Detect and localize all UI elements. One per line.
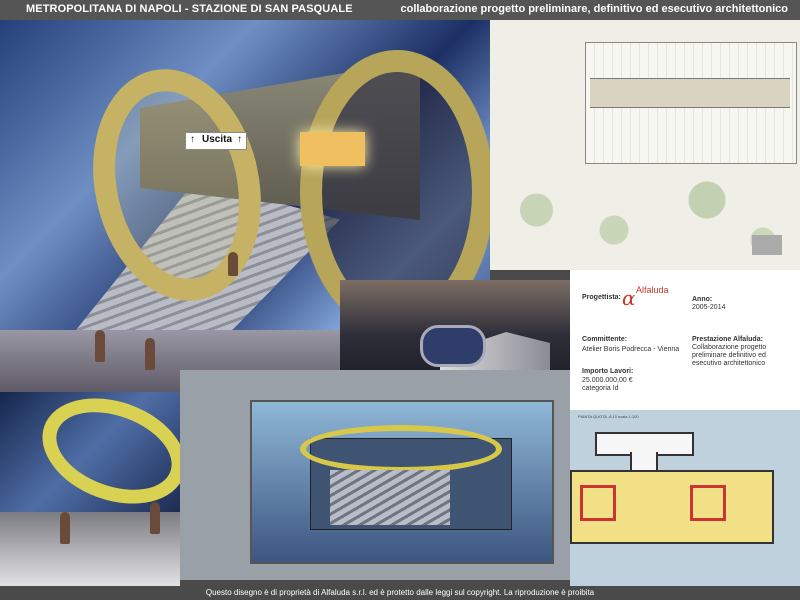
- committente-label: Committente:: [582, 336, 628, 343]
- plan-escalator-right: [690, 485, 726, 521]
- progettista-label: Progettista:: [582, 294, 621, 301]
- committente-value: Atelier Boris Podrecca - Vienna: [582, 346, 680, 353]
- plan-escalator-left: [580, 485, 616, 521]
- person-figure: [150, 502, 160, 534]
- light-panel: [300, 132, 365, 166]
- model-pod: [420, 325, 486, 367]
- person-figure: [228, 252, 238, 276]
- exit-sign-label: Uscita: [202, 134, 233, 145]
- section-escalators: [330, 470, 450, 525]
- floor-plan-drawing: PIANTA QUOTA -8.10 scala 1:100: [570, 410, 800, 586]
- prestazione-value: Collaborazione progetto preliminare defi…: [692, 344, 767, 367]
- header-bar: METROPOLITANA DI NAPOLI - STAZIONE DI SA…: [0, 0, 800, 20]
- building-block: [752, 235, 782, 255]
- floor-plan-title: PIANTA QUOTA -8.10 scala 1:100: [578, 414, 639, 419]
- project-info-card: Progettista: α Alfaluda Anno: 2005-2014 …: [570, 270, 800, 410]
- up-arrow-icon: ↑: [190, 134, 195, 145]
- up-arrow-icon: ↑: [237, 134, 242, 145]
- escalator-render: [0, 392, 180, 586]
- section-tube-ring: [300, 425, 502, 473]
- categoria-value: categoria Id: [582, 385, 619, 392]
- person-figure: [60, 512, 70, 544]
- copyright-footer: Questo disegno è di proprietà di Alfalud…: [0, 586, 800, 600]
- importo-value: 25.000.000,00 €: [582, 377, 633, 384]
- header-subtitle: collaborazione progetto preliminare, def…: [400, 3, 788, 15]
- alfaluda-logo-icon: α: [622, 286, 636, 310]
- exit-sign: ↑ Uscita ↑: [185, 132, 247, 150]
- section-render: [180, 370, 570, 580]
- person-figure: [145, 338, 155, 370]
- importo-label: Importo Lavori:: [582, 368, 634, 375]
- person-figure: [95, 330, 105, 362]
- platform-band: [590, 78, 790, 108]
- header-title: METROPOLITANA DI NAPOLI - STAZIONE DI SA…: [26, 3, 353, 15]
- anno-value: 2005-2014: [692, 304, 726, 311]
- site-plan-drawing: [490, 20, 800, 270]
- alfaluda-logo-text: Alfaluda: [636, 285, 669, 295]
- trees-area: [490, 170, 800, 270]
- anno-label: Anno:: [692, 296, 713, 303]
- prestazione-label: Prestazione Alfaluda:: [692, 336, 763, 343]
